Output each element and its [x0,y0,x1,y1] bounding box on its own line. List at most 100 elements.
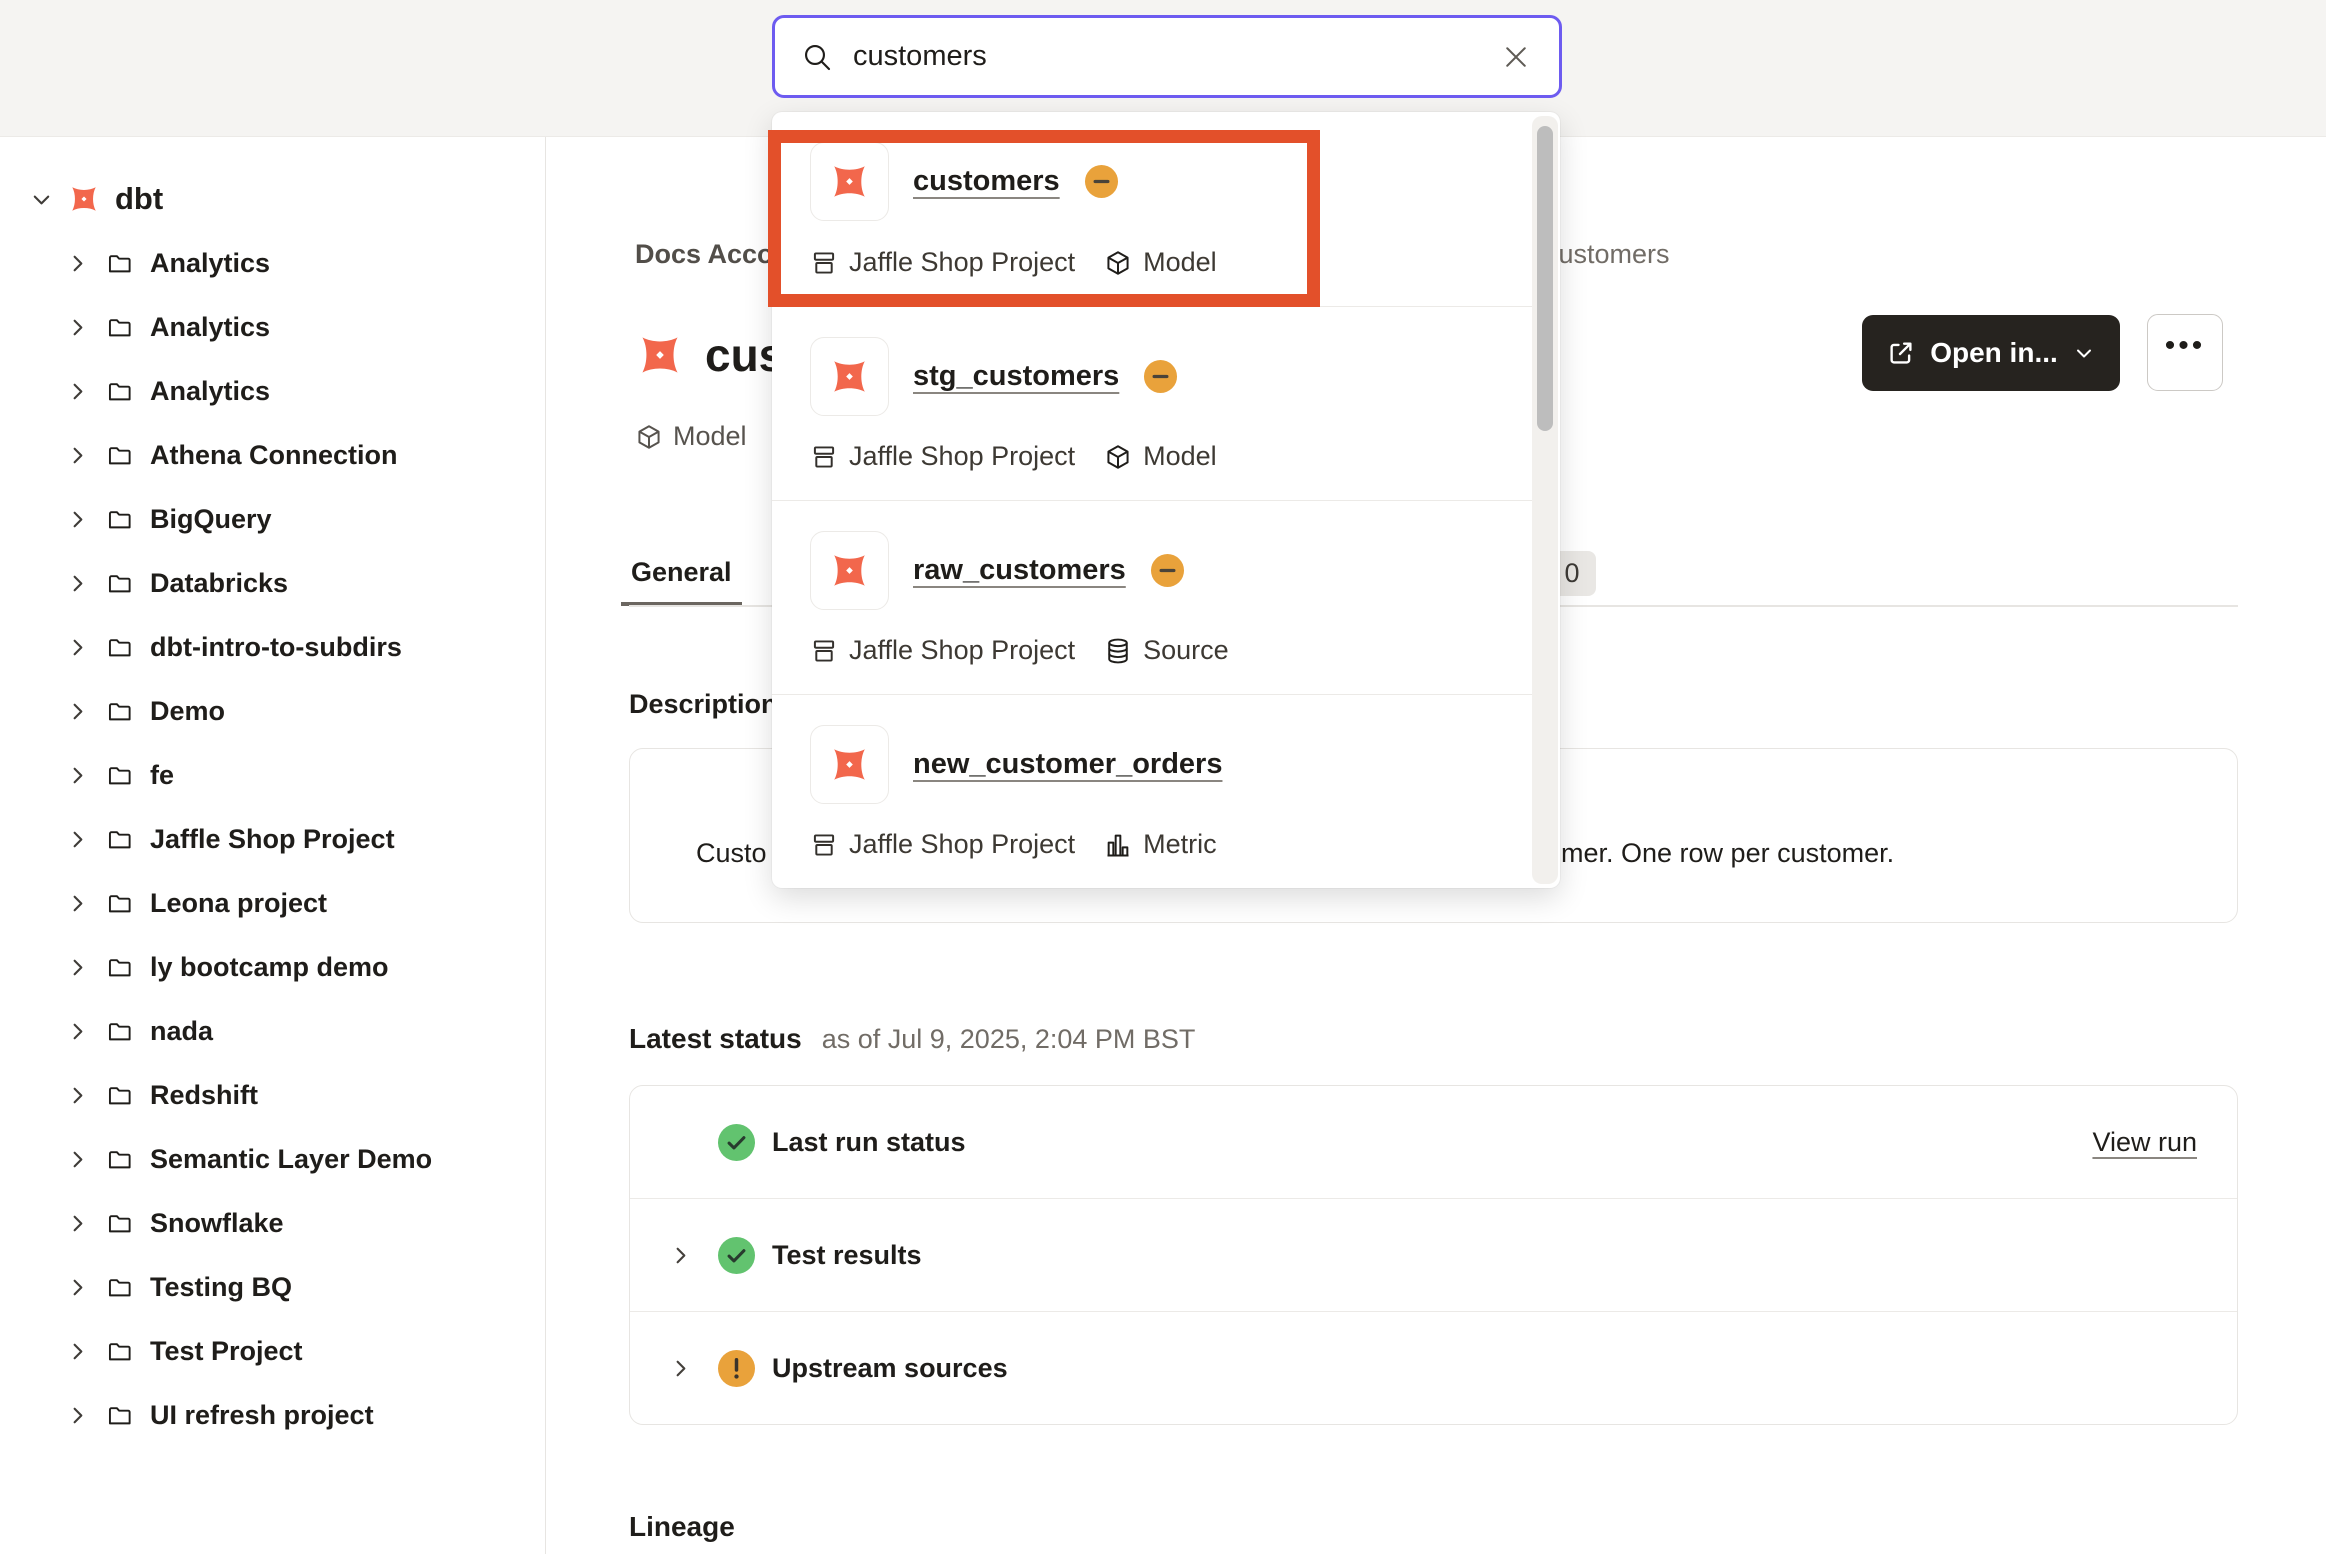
view-run-link[interactable]: View run [2092,1127,2197,1158]
dbt-logo-icon [826,353,873,400]
result-icon-tile [810,142,889,221]
sidebar-item-label: ly bootcamp demo [150,952,389,983]
chevron-right-icon[interactable] [669,1357,692,1380]
more-actions-button[interactable]: ••• [2147,314,2223,391]
sidebar-item-label: Leona project [150,888,327,919]
search-input[interactable] [853,40,1499,73]
sidebar-item-fe[interactable]: fe [0,743,545,807]
chevron-down-icon [30,188,53,211]
result-project-label: Jaffle Shop Project [849,247,1075,278]
sidebar-item-bigquery[interactable]: BigQuery [0,487,545,551]
sidebar-item-label: Semantic Layer Demo [150,1144,432,1175]
sidebar-item-analytics[interactable]: Analytics [0,295,545,359]
chevron-right-icon [66,1148,89,1171]
latest-status-timestamp: as of Jul 9, 2025, 2:04 PM BST [822,1024,1196,1055]
latest-status-heading-row: Latest status as of Jul 9, 2025, 2:04 PM… [629,1023,1195,1055]
sidebar-item-label: Analytics [150,312,270,343]
seal-badge-icon [1084,164,1119,199]
result-meta: Jaffle Shop Project Model [810,441,1512,472]
folder-icon [106,826,133,853]
result-name-link[interactable]: stg_customers [913,360,1119,393]
tab-general-label: General [631,557,732,588]
sidebar-item-dbt-intro-to-subdirs[interactable]: dbt-intro-to-subdirs [0,615,545,679]
sidebar-item-demo[interactable]: Demo [0,679,545,743]
status-row[interactable]: Last run status View run [630,1086,2237,1198]
status-row-label: Upstream sources [772,1353,1008,1384]
sidebar-item-test-project[interactable]: Test Project [0,1319,545,1383]
status-row[interactable]: Upstream sources [630,1311,2237,1424]
folder-icon [106,1082,133,1109]
chevron-right-icon [66,1276,89,1299]
sidebar-item-snowflake[interactable]: Snowflake [0,1191,545,1255]
resource-meta-row: Model ( [635,421,780,452]
close-icon[interactable] [1499,40,1533,74]
result-type-label: Model [1143,441,1217,472]
sidebar-item-redshift[interactable]: Redshift [0,1063,545,1127]
project-archive-icon [810,831,838,859]
folder-icon [106,954,133,981]
sidebar-item-databricks[interactable]: Databricks [0,551,545,615]
seal-badge-icon [1150,553,1185,588]
search-result-item[interactable]: stg_customers Jaffle Shop Project Model [772,306,1532,500]
chevron-right-icon [66,764,89,787]
search-icon [801,41,833,73]
sidebar-item-ly-bootcamp-demo[interactable]: ly bootcamp demo [0,935,545,999]
result-name-link[interactable]: customers [913,165,1060,198]
result-name-link[interactable]: raw_customers [913,554,1126,587]
result-type-group: Model [1104,247,1217,278]
folder-icon [106,506,133,533]
app-root: dbt Analytics Analytics Analytics Athena… [0,0,2326,1554]
chevron-right-icon [66,636,89,659]
project-archive-icon [810,443,838,471]
sidebar-project-list: Analytics Analytics Analytics Athena Con… [0,231,545,1447]
dbt-logo-icon [826,158,873,205]
sidebar-item-label: BigQuery [150,504,272,535]
sidebar-item-label: nada [150,1016,213,1047]
folder-icon [106,1338,133,1365]
folder-icon [106,570,133,597]
sidebar-item-label: Snowflake [150,1208,284,1239]
open-in-button[interactable]: Open in... [1862,315,2120,391]
dropdown-scrollbar[interactable] [1532,116,1558,884]
sidebar-item-leona-project[interactable]: Leona project [0,871,545,935]
sidebar-item-jaffle-shop-project[interactable]: Jaffle Shop Project [0,807,545,871]
sidebar-item-label: Test Project [150,1336,303,1367]
folder-icon [106,1210,133,1237]
sidebar-item-label: Demo [150,696,225,727]
sidebar-item-label: Analytics [150,248,270,279]
seal-badge-icon [1143,359,1178,394]
result-type-group: Model [1104,441,1217,472]
tab-general[interactable]: General [621,542,742,606]
search-result-item[interactable]: new_customer_orders Jaffle Shop Project … [772,694,1532,888]
status-row-label: Test results [772,1240,922,1271]
sidebar-item-analytics[interactable]: Analytics [0,359,545,423]
chevron-right-icon [66,316,89,339]
breadcrumb: Docs Acco [635,239,774,270]
search-result-item[interactable]: customers Jaffle Shop Project Model [772,112,1532,306]
result-type-group: Metric [1104,829,1217,860]
sidebar-item-testing-bq[interactable]: Testing BQ [0,1255,545,1319]
sidebar-item-analytics[interactable]: Analytics [0,231,545,295]
folder-icon [106,1146,133,1173]
result-meta: Jaffle Shop Project Source [810,635,1512,666]
search-bar[interactable] [772,15,1562,98]
chevron-right-icon[interactable] [669,1244,692,1267]
folder-icon [106,698,133,725]
sidebar-item-ui-refresh-project[interactable]: UI refresh project [0,1383,545,1447]
search-result-item[interactable]: raw_customers Jaffle Shop Project Source [772,500,1532,694]
search-results-list: customers Jaffle Shop Project Model stg_… [772,112,1532,888]
scrollbar-thumb[interactable] [1537,126,1553,431]
status-row-label: Last run status [772,1127,966,1158]
sidebar-item-dbt-root[interactable]: dbt [0,167,545,231]
result-type-group: Source [1104,635,1229,666]
sidebar-item-athena-connection[interactable]: Athena Connection [0,423,545,487]
success-check-icon [718,1237,755,1274]
sidebar-item-semantic-layer-demo[interactable]: Semantic Layer Demo [0,1127,545,1191]
description-text: Custo [696,838,767,869]
result-name-link[interactable]: new_customer_orders [913,748,1222,781]
sidebar-item-nada[interactable]: nada [0,999,545,1063]
result-type-label: Source [1143,635,1229,666]
sidebar-item-label: Databricks [150,568,288,599]
chevron-right-icon [66,1084,89,1107]
status-row[interactable]: Test results [630,1198,2237,1311]
